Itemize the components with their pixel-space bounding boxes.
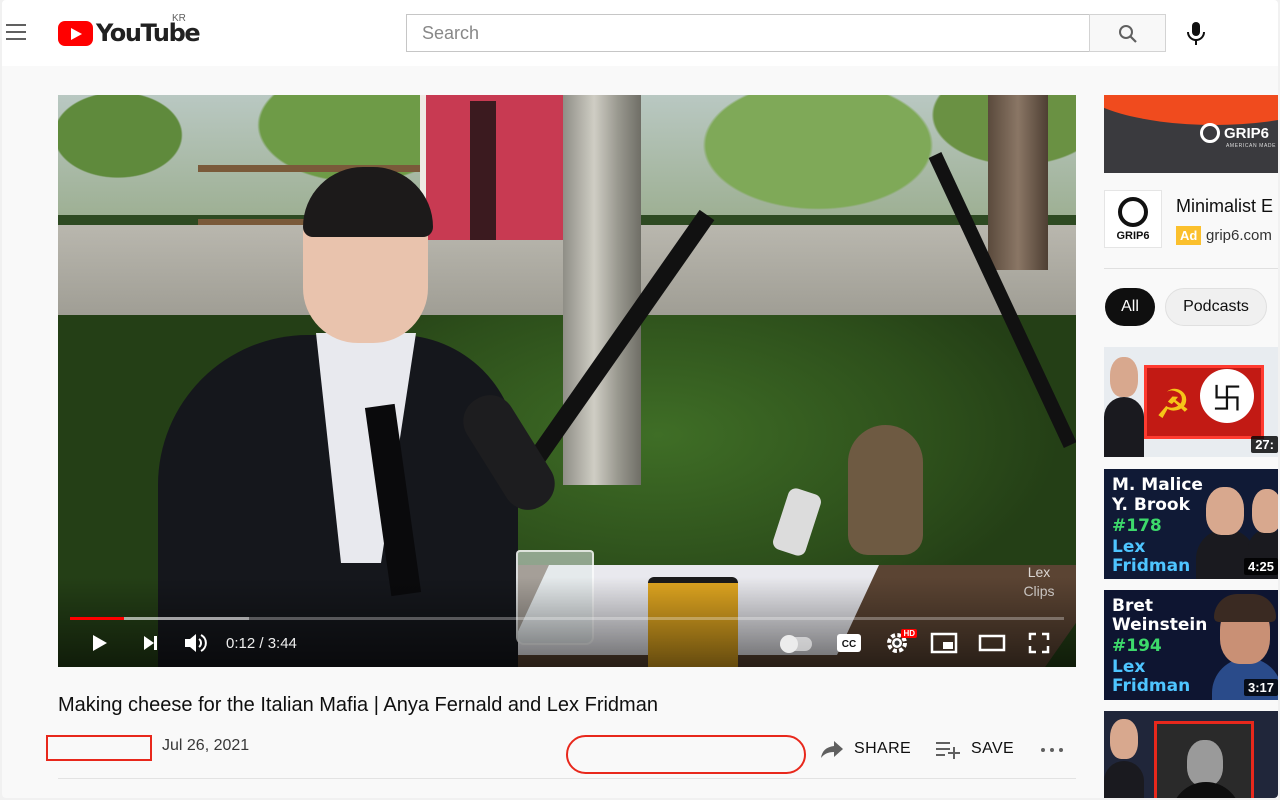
miniplayer-icon bbox=[930, 632, 958, 654]
microphone-icon bbox=[1187, 22, 1205, 45]
region-code: KR bbox=[172, 13, 186, 24]
thumb-face bbox=[1187, 740, 1223, 786]
fullscreen-button[interactable] bbox=[1024, 628, 1054, 658]
more-options-icon[interactable] bbox=[1039, 738, 1065, 762]
youtube-window: YouTube KR Search Lex 0:12 / 3:44 CC HD … bbox=[2, 0, 1278, 798]
thumb-person bbox=[1104, 761, 1144, 798]
sidebar-divider bbox=[1104, 268, 1278, 269]
thumb-face bbox=[1206, 487, 1244, 535]
thumb-title-line: Weinstein bbox=[1112, 615, 1208, 635]
save-button[interactable]: SAVE bbox=[935, 737, 1014, 761]
thumb-person bbox=[1104, 397, 1144, 457]
video-player[interactable]: Lex Clips 0:12 / 3:44 CC HD bbox=[58, 95, 1076, 667]
microphone-button[interactable] bbox=[1180, 17, 1212, 49]
swastika-symbol-icon: 卐 bbox=[1200, 369, 1254, 423]
svg-text:CC: CC bbox=[842, 639, 856, 650]
recommended-video-thumbnail[interactable]: Bret Weinstein #194 Lex Fridman 3:17 bbox=[1104, 590, 1278, 700]
save-label: SAVE bbox=[971, 740, 1015, 757]
ad-card[interactable]: GRIP6 Minimalist E Ad grip6.com bbox=[1104, 190, 1278, 252]
recommended-video-thumbnail[interactable]: M. Malice Y. Brook #178 Lex Fridman 4:25 bbox=[1104, 469, 1278, 579]
thumb-title-line: Bret bbox=[1112, 596, 1153, 616]
upload-date: Jul 26, 2021 bbox=[162, 737, 250, 754]
search-box bbox=[406, 14, 1090, 52]
next-icon bbox=[144, 636, 157, 650]
video-duration: 4:25 bbox=[1243, 558, 1278, 575]
hammer-sickle-icon: ☭ bbox=[1155, 383, 1191, 427]
like-dislike-highlight[interactable] bbox=[566, 735, 806, 774]
share-icon bbox=[821, 741, 843, 758]
thumb-title-line: M. Malice bbox=[1112, 475, 1203, 495]
autoplay-toggle[interactable] bbox=[780, 635, 812, 653]
settings-button[interactable]: HD bbox=[882, 628, 917, 658]
video-duration: 27: bbox=[1251, 436, 1278, 453]
search-button[interactable] bbox=[1089, 14, 1166, 52]
volume-icon bbox=[185, 634, 207, 652]
video-frame-hedgehog-toy bbox=[848, 425, 923, 555]
video-frame-barn bbox=[420, 95, 570, 240]
ad-banner-subtitle: AMERICAN MADE bbox=[1226, 143, 1277, 149]
ad-title: Minimalist E bbox=[1176, 196, 1274, 216]
thumb-face bbox=[1110, 719, 1138, 759]
play-button[interactable] bbox=[84, 628, 114, 658]
fullscreen-icon bbox=[1028, 632, 1050, 654]
youtube-play-logo-icon bbox=[58, 20, 93, 46]
ad-badge: Ad bbox=[1176, 226, 1202, 245]
thumb-person bbox=[1171, 782, 1241, 798]
share-label: SHARE bbox=[854, 740, 912, 757]
chip-podcasts[interactable]: Podcasts bbox=[1165, 288, 1267, 326]
masthead: YouTube KR bbox=[2, 0, 1278, 66]
thumb-title-line: Lex bbox=[1112, 537, 1146, 557]
search-input[interactable] bbox=[407, 15, 1090, 51]
theater-mode-button[interactable] bbox=[977, 628, 1007, 658]
hd-badge: HD bbox=[901, 629, 917, 638]
thumb-title-line: Fridman bbox=[1112, 556, 1191, 576]
thumb-portrait-frame bbox=[1154, 721, 1254, 798]
captions-button[interactable]: CC bbox=[834, 628, 864, 658]
grip6-logo-icon bbox=[1118, 196, 1148, 227]
search-icon bbox=[1119, 25, 1137, 43]
video-frame-tree-trunk bbox=[988, 95, 1048, 270]
hamburger-menu-icon[interactable] bbox=[4, 20, 28, 44]
progress-played bbox=[70, 617, 124, 620]
ad-logo-text: GRIP6 bbox=[1116, 229, 1150, 242]
thumb-title-line: Y. Brook bbox=[1112, 495, 1190, 515]
video-title: Making cheese for the Italian Mafia | An… bbox=[58, 694, 658, 716]
view-count-highlight bbox=[46, 735, 152, 761]
ad-domain[interactable]: grip6.com bbox=[1206, 227, 1272, 244]
video-frame-tree-trunk bbox=[563, 95, 641, 485]
video-duration: 3:17 bbox=[1243, 679, 1278, 696]
ad-banner[interactable]: GRIP6 AMERICAN MADE bbox=[1104, 95, 1278, 173]
recommended-video-thumbnail[interactable] bbox=[1104, 711, 1278, 798]
next-button[interactable] bbox=[135, 628, 165, 658]
ad-banner-brand: GRIP6 bbox=[1224, 124, 1270, 142]
chip-all[interactable]: All bbox=[1105, 288, 1155, 326]
theater-icon bbox=[978, 634, 1006, 652]
playlist-add-icon bbox=[936, 742, 960, 759]
miniplayer-button[interactable] bbox=[929, 628, 959, 658]
thumb-title-line: #194 bbox=[1112, 636, 1162, 656]
ad-channel-logo: GRIP6 bbox=[1104, 190, 1162, 248]
divider bbox=[58, 778, 1076, 779]
thumb-hair bbox=[1214, 594, 1276, 622]
play-icon bbox=[93, 635, 107, 651]
captions-icon: CC bbox=[837, 634, 861, 652]
ad-banner-logo: GRIP6 bbox=[1200, 123, 1269, 143]
thumb-face bbox=[1110, 357, 1138, 397]
thumb-title-line: Lex bbox=[1112, 657, 1146, 677]
thumb-face bbox=[1252, 489, 1278, 533]
time-display: 0:12 / 3:44 bbox=[226, 635, 297, 652]
recommended-video-thumbnail[interactable]: ☭ 卐 27: bbox=[1104, 347, 1278, 457]
thumb-title-line: Fridman bbox=[1112, 676, 1191, 696]
volume-button[interactable] bbox=[181, 628, 211, 658]
share-button[interactable]: SHARE bbox=[820, 737, 911, 761]
thumb-title-line: #178 bbox=[1112, 516, 1162, 536]
grip6-logo-icon bbox=[1200, 123, 1220, 143]
progress-bar[interactable] bbox=[70, 617, 1064, 620]
